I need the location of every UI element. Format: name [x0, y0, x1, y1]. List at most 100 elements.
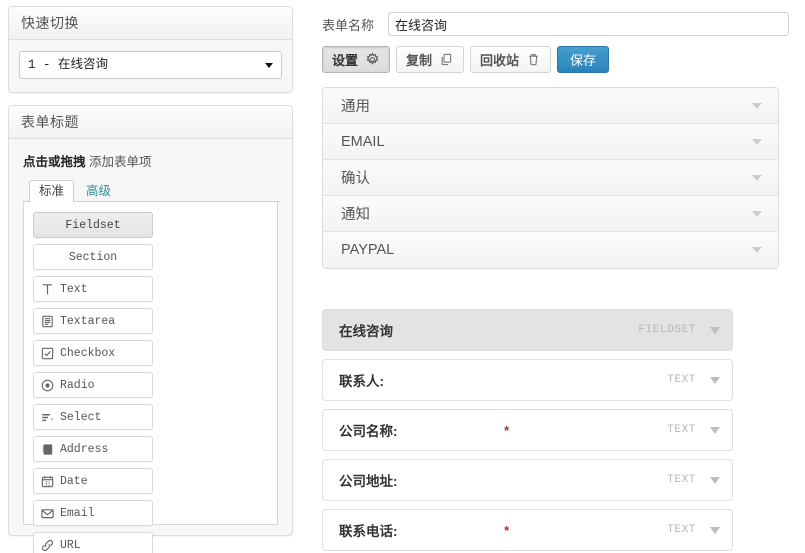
copy-icon — [439, 52, 454, 67]
settings-accordion: 通用 EMAIL 确认通知 PAYPAL — [322, 87, 779, 269]
required-asterisk: * — [504, 522, 510, 538]
chevron-down-icon[interactable] — [710, 426, 720, 434]
text-t-icon — [34, 282, 60, 297]
address-book-icon — [34, 442, 60, 457]
chevron-down-icon[interactable] — [710, 526, 720, 534]
field-button-label: URL — [60, 538, 81, 552]
form-item-label: 公司名称: — [339, 424, 398, 439]
calendar-icon: 31 — [34, 474, 60, 489]
field-button-label: Select — [60, 410, 102, 424]
field-button-url[interactable]: URL — [33, 532, 153, 553]
chevron-down-icon — [752, 174, 762, 181]
required-asterisk: * — [504, 422, 510, 438]
field-button-label: Date — [60, 474, 88, 488]
form-item-type: TEXT — [667, 424, 696, 436]
quick-switch-body: 1 - 在线咨询 — [9, 40, 292, 92]
form-item-type: TEXT — [667, 474, 696, 486]
accordion-section-label: 通用 — [341, 99, 370, 115]
form-item-row[interactable]: 公司地址: TEXT — [322, 459, 733, 501]
field-button-label: Text — [60, 282, 88, 296]
form-item-row[interactable]: 在线咨询 FIELDSET — [322, 309, 733, 351]
checkbox-check-icon — [34, 346, 60, 361]
add-field-hint: 点击或拖拽 添加表单项 — [23, 151, 280, 170]
tab-advanced[interactable]: 高级 — [76, 180, 121, 203]
form-toolbar: 设置 复制 回收站 保存 — [310, 36, 805, 73]
tab-standard[interactable]: 标准 — [29, 180, 75, 203]
field-button-radio[interactable]: Radio — [33, 372, 153, 398]
field-button-label: Email — [60, 506, 95, 520]
select-list-icon — [34, 410, 60, 425]
toolbar-button-gear[interactable]: 设置 — [322, 46, 391, 73]
chevron-down-icon — [752, 102, 762, 109]
left-sidebar: 快速切换 1 - 在线咨询 表单标题 点击或拖拽 添加表单项 标准 高级 Fiel… — [8, 6, 293, 553]
form-item-label: 联系电话: — [339, 524, 398, 539]
chevron-down-icon — [752, 210, 762, 217]
toolbar-button-label: 设置 — [332, 53, 359, 68]
accordion-section-label: 确认 — [341, 171, 370, 187]
form-title-panel: 表单标题 点击或拖拽 添加表单项 标准 高级 Fieldset Section Tex… — [8, 105, 293, 553]
form-item-label: 公司地址: — [339, 474, 398, 489]
quick-switch-panel: 快速切换 1 - 在线咨询 — [8, 6, 293, 93]
quick-switch-select[interactable]: 1 - 在线咨询 — [19, 51, 282, 79]
form-items-list: 在线咨询 FIELDSET 联系人: TEXT 公司名称: * TEXT 公司地址: TEXT 联… — [322, 309, 733, 551]
form-item-row[interactable]: 公司名称: * TEXT — [322, 409, 733, 451]
add-field-hint-strong: 点击或拖拽 — [23, 155, 86, 169]
field-button-label: Checkbox — [60, 346, 116, 360]
quick-switch-title: 快速切换 — [9, 7, 292, 40]
toolbar-button-label: 复制 — [406, 53, 433, 68]
field-button-textarea[interactable]: Textarea — [33, 308, 153, 334]
accordion-section-label: EMAIL — [341, 133, 385, 150]
toolbar-button-trash[interactable]: 回收站 — [470, 46, 552, 73]
form-item-label: 在线咨询 — [339, 324, 393, 339]
toolbar-button-label: 保存 — [570, 53, 597, 68]
accordion-section-label: 通知 — [341, 207, 370, 223]
field-button-label: Fieldset — [65, 218, 121, 232]
chevron-down-icon — [265, 63, 273, 68]
field-button-section[interactable]: Section — [33, 244, 153, 270]
toolbar-button-copy[interactable]: 复制 — [396, 46, 465, 73]
field-button-label: Section — [68, 250, 118, 264]
envelope-icon — [34, 506, 60, 521]
toolbar-button-label: 回收站 — [480, 53, 520, 68]
accordion-section-email[interactable]: EMAIL — [323, 124, 778, 160]
chevron-down-icon[interactable] — [710, 476, 720, 484]
form-item-type: FIELDSET — [638, 324, 697, 336]
accordion-section-通知[interactable]: 通知 — [323, 196, 778, 232]
field-button-select[interactable]: Select — [33, 404, 153, 430]
field-button-label: Radio — [60, 378, 95, 392]
textarea-lines-icon — [34, 314, 60, 329]
field-button-email[interactable]: Email — [33, 500, 153, 526]
field-button-fieldset[interactable]: Fieldset — [33, 212, 153, 238]
field-button-label: Address — [60, 442, 109, 456]
chevron-down-icon[interactable] — [710, 326, 721, 334]
add-field-hint-rest: 添加表单项 — [85, 155, 152, 169]
field-palette: Fieldset Section Text Textarea Checkbox Radio… — [23, 202, 278, 553]
svg-text:31: 31 — [44, 481, 50, 487]
field-button-address[interactable]: Address — [33, 436, 153, 462]
field-button-checkbox[interactable]: Checkbox — [33, 340, 153, 366]
form-item-label: 联系人: — [339, 374, 384, 389]
trash-icon — [526, 52, 541, 67]
chevron-down-icon[interactable] — [710, 376, 720, 384]
toolbar-button-save[interactable]: 保存 — [557, 46, 610, 73]
accordion-section-通用[interactable]: 通用 — [323, 88, 778, 124]
main-content: 表单名称 设置 复制 回收站 保存 通用 EMAIL 确认通知 PAYPAL 在线咨询 FIE… — [310, 0, 805, 553]
field-tabs: 标准 高级 — [23, 179, 280, 203]
field-button-text[interactable]: Text — [33, 276, 153, 302]
form-title-heading: 表单标题 — [9, 106, 292, 139]
link-chain-icon — [34, 538, 60, 553]
field-button-grid: Fieldset Section Text Textarea Checkbox Radio… — [33, 212, 268, 553]
accordion-section-paypal[interactable]: PAYPAL — [323, 232, 778, 268]
form-item-row[interactable]: 联系人: TEXT — [322, 359, 733, 401]
field-button-date[interactable]: 31 Date — [33, 468, 153, 494]
form-title-body: 点击或拖拽 添加表单项 标准 高级 Fieldset Section Text Text… — [9, 139, 292, 553]
form-item-type: TEXT — [667, 524, 696, 536]
form-item-type: TEXT — [667, 374, 696, 386]
form-name-input[interactable] — [388, 12, 789, 36]
accordion-section-确认[interactable]: 确认 — [323, 160, 778, 196]
form-item-row[interactable]: 联系电话: * TEXT — [322, 509, 733, 551]
form-name-label: 表单名称 — [322, 17, 375, 33]
field-button-label: Textarea — [60, 314, 116, 328]
accordion-section-label: PAYPAL — [341, 242, 395, 258]
chevron-down-icon — [752, 138, 762, 145]
